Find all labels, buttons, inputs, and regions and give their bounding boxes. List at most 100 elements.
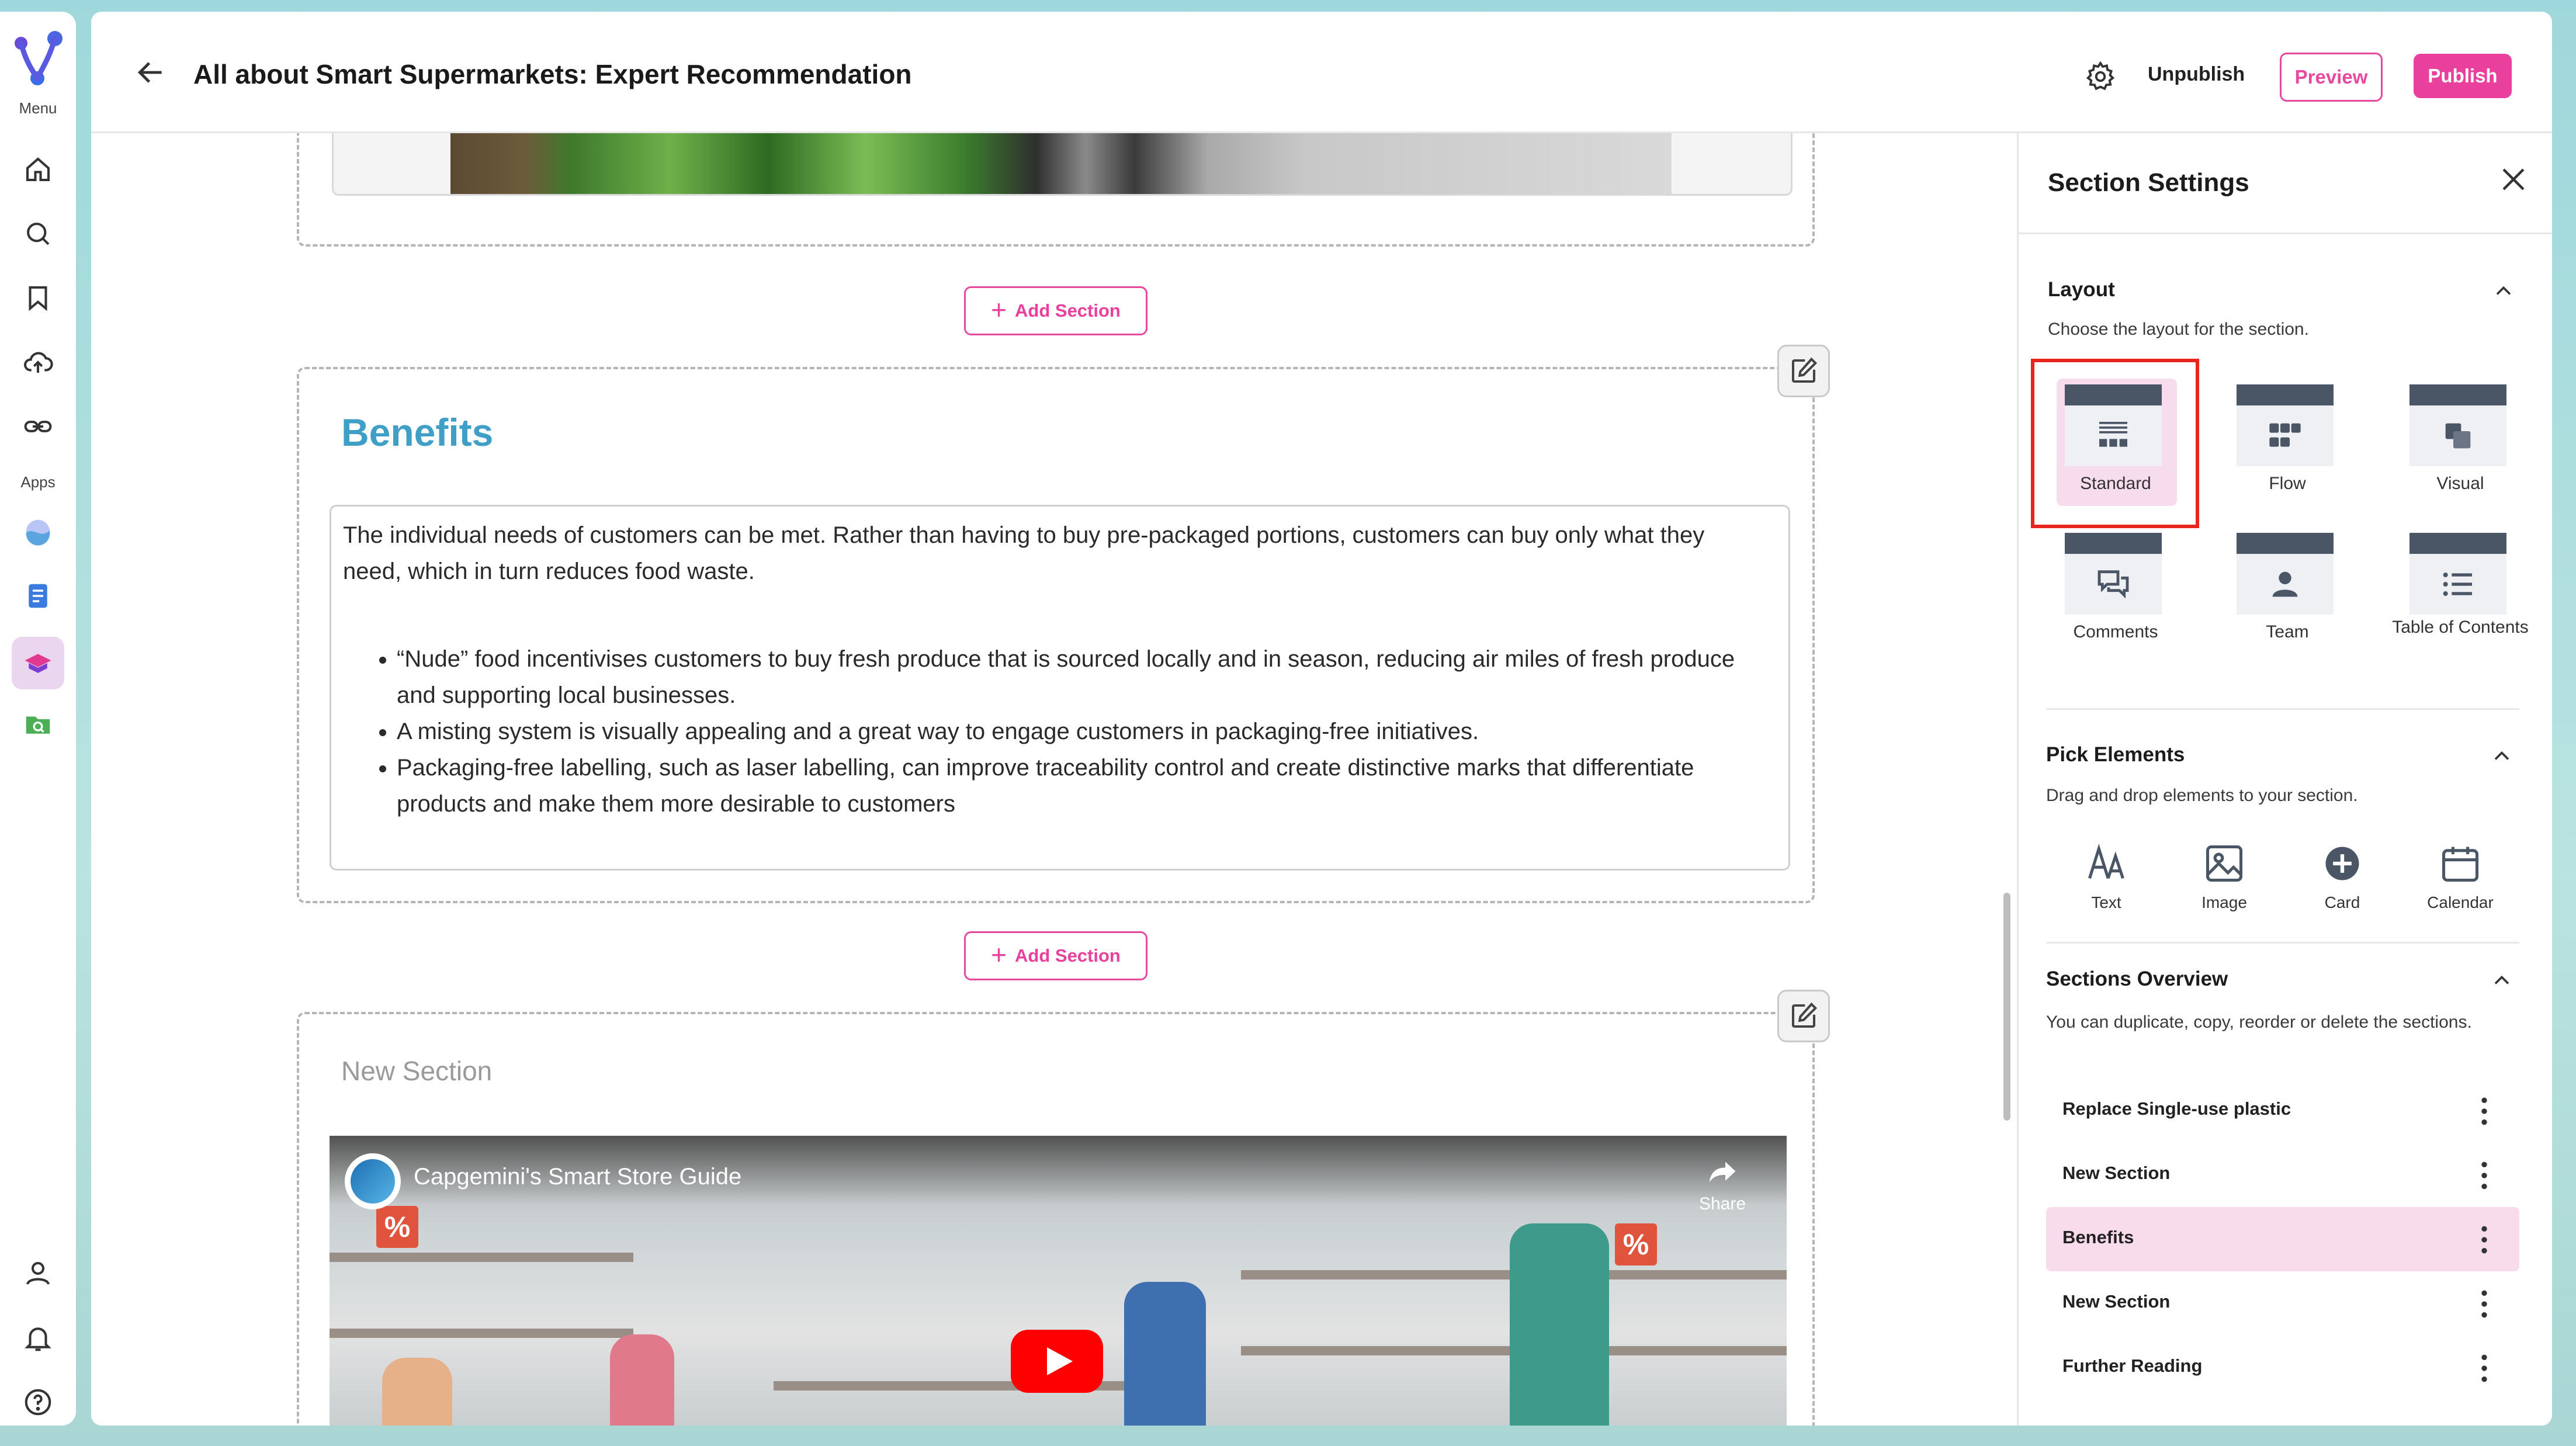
menu-label: Menu [19,99,57,117]
layout-option-visual[interactable]: Visual [2381,373,2510,507]
close-icon[interactable] [2497,162,2530,196]
share-button[interactable]: Share [1693,1154,1752,1214]
bullet-list: “Nude” food incentivises customers to bu… [397,641,1764,822]
sections-overview-heading: Sections Overview [2046,968,2228,990]
add-section-button[interactable]: + Add Section [964,931,1147,980]
element-label: Image [2201,893,2247,911]
folder-search-app-icon[interactable] [20,707,56,742]
user-icon[interactable] [20,1256,56,1291]
share-label: Share [1698,1194,1746,1213]
list-item: “Nude” food incentivises customers to bu… [397,641,1764,713]
overview-row-active[interactable]: Benefits [2046,1207,2519,1271]
team-layout-icon [2272,571,2298,597]
discount-badge: % [376,1206,418,1248]
visual-layout-icon [2445,423,2471,449]
home-icon[interactable] [20,152,56,187]
editor-canvas: + Add Section Benefits The individual ne… [91,133,2013,1426]
card-icon [2325,847,2359,880]
layout-option-label: Flow [2269,474,2306,493]
overview-row[interactable]: New Section [2046,1143,2519,1207]
edit-section-button[interactable] [1777,345,1830,397]
layout-option-label: Team [2266,622,2309,641]
search-icon[interactable] [20,216,56,251]
channel-logo[interactable] [345,1153,401,1209]
unpublish-button[interactable]: Unpublish [2148,63,2245,86]
sections-overview-description: You can duplicate, copy, reorder or dele… [2046,1012,2472,1032]
overview-row-label: New Section [2062,1291,2171,1312]
preview-button[interactable]: Preview [2280,53,2383,102]
element-card[interactable]: Card [2293,841,2392,912]
video-title[interactable]: Capgemini's Smart Store Guide [414,1164,741,1190]
list-item: A misting system is visually appealing a… [397,713,1764,750]
chevron-up-icon[interactable] [2491,278,2516,304]
play-button[interactable] [1011,1330,1103,1393]
layout-option-team[interactable]: Team [2209,521,2337,656]
overview-row-label: Further Reading [2062,1355,2203,1376]
list-item: Packaging-free labelling, such as laser … [397,750,1764,822]
edit-icon [1791,357,1818,383]
element-text[interactable]: Text [2057,841,2156,912]
chevron-up-icon[interactable] [2489,968,2515,993]
layout-heading: Layout [2048,278,2115,301]
add-section-label: Add Section [1015,300,1121,321]
panel-title: Section Settings [2048,168,2249,197]
document-app-icon[interactable] [20,578,56,613]
more-vertical-icon[interactable] [2478,1223,2490,1256]
overview-row[interactable]: Replace Single-use plastic [2046,1079,2519,1143]
overview-row-label: New Section [2062,1163,2171,1183]
more-vertical-icon[interactable] [2478,1159,2490,1192]
add-section-button[interactable]: + Add Section [964,286,1147,335]
edit-icon [1791,1002,1818,1028]
calendar-icon [2442,847,2479,882]
text-icon [2088,844,2124,879]
section-title[interactable]: Benefits [341,410,493,455]
section-image[interactable] [297,133,1815,247]
app-frame: Menu Apps All about Smart Supermarkets: … [0,0,2576,1446]
plus-icon: + [991,294,1007,325]
upload-cloud-icon[interactable] [20,345,56,380]
more-vertical-icon[interactable] [2478,1352,2490,1385]
bell-icon[interactable] [20,1320,56,1355]
layout-description: Choose the layout for the section. [2048,320,2309,339]
bookmark-icon[interactable] [20,280,56,315]
top-bar: All about Smart Supermarkets: Expert Rec… [91,12,2552,133]
edit-section-button[interactable] [1777,990,1830,1042]
section-image-frame [332,133,1793,196]
back-arrow-icon[interactable] [132,54,169,91]
overview-row[interactable]: New Section [2046,1271,2519,1336]
help-icon[interactable] [20,1385,56,1420]
selection-highlight [2031,359,2199,528]
pick-elements-heading: Pick Elements [2046,743,2185,766]
chevron-up-icon[interactable] [2489,743,2515,769]
section-benefits[interactable]: Benefits The individual needs of custome… [297,367,1815,903]
comments-layout-icon [2097,570,2129,599]
text-block[interactable]: The individual needs of customers can be… [330,505,1790,871]
image-icon [2206,845,2243,882]
learning-app-icon[interactable] [12,637,64,689]
element-calendar[interactable]: Calendar [2411,841,2510,912]
link-icon[interactable] [20,409,56,444]
element-label: Card [2324,893,2360,911]
section-video[interactable]: New Section % % Capgemini's Smart Store [297,1012,1815,1426]
section-title[interactable]: New Section [341,1055,492,1087]
layout-option-label: Comments [2073,622,2158,641]
overview-row[interactable]: Further Reading [2046,1336,2519,1400]
editor-scrollbar[interactable] [2003,893,2010,1121]
share-icon [1709,1161,1736,1183]
gear-icon[interactable] [2083,60,2117,93]
discount-badge: % [1615,1223,1657,1265]
more-vertical-icon[interactable] [2478,1288,2490,1320]
add-section-label: Add Section [1015,945,1121,966]
video-player[interactable]: % % Capgemini's Smart Store Guide Share [330,1136,1787,1426]
layout-option-table-of-contents[interactable]: Table of Contents [2381,521,2529,656]
element-image[interactable]: Image [2175,841,2274,912]
app-logo-icon[interactable] [8,26,67,96]
layout-option-comments[interactable]: Comments [2037,521,2165,656]
left-rail: Menu Apps [0,12,76,1426]
element-label: Text [2091,893,2121,911]
publish-button[interactable]: Publish [2414,54,2512,98]
more-vertical-icon[interactable] [2478,1095,2490,1128]
vegetables-image [450,133,1672,194]
layout-option-flow[interactable]: Flow [2209,373,2337,507]
wave-app-icon[interactable] [20,514,56,549]
